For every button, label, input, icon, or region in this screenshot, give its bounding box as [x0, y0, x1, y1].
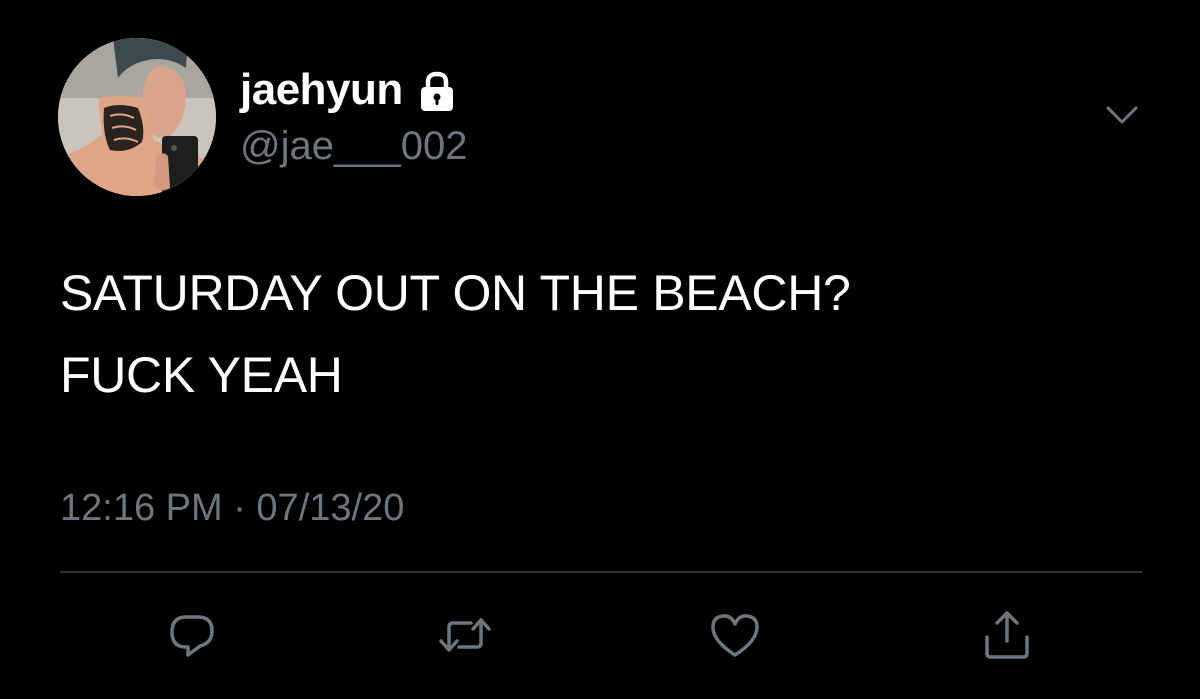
lock-icon	[420, 71, 453, 111]
retweet-icon	[439, 618, 491, 652]
retweet-button[interactable]	[430, 600, 500, 670]
timestamp[interactable]: 12:16 PM · 07/13/20	[60, 484, 404, 532]
user-handle[interactable]: @jae___002	[240, 122, 467, 170]
chevron-down-icon[interactable]	[1104, 100, 1140, 128]
avatar[interactable]	[58, 38, 216, 196]
tweet-text: SATURDAY OUT ON THE BEACH? FUCK YEAH	[60, 252, 1140, 416]
tweet-text-line-2: FUCK YEAH	[60, 347, 343, 403]
share-icon	[985, 611, 1029, 659]
avatar-image	[58, 38, 216, 196]
reply-button[interactable]	[157, 600, 227, 670]
reply-icon	[170, 615, 214, 657]
display-name[interactable]: jaehyun	[240, 66, 403, 114]
tweet-text-line-1: SATURDAY OUT ON THE BEACH?	[60, 265, 851, 321]
heart-icon	[711, 614, 759, 657]
tweet-card: jaehyun @jae___002 SATURDAY OUT ON THE B…	[0, 0, 1200, 699]
action-bar	[0, 600, 1200, 670]
divider	[60, 571, 1142, 573]
share-button[interactable]	[972, 600, 1042, 670]
display-name-row[interactable]: jaehyun	[240, 66, 457, 114]
like-button[interactable]	[700, 600, 770, 670]
